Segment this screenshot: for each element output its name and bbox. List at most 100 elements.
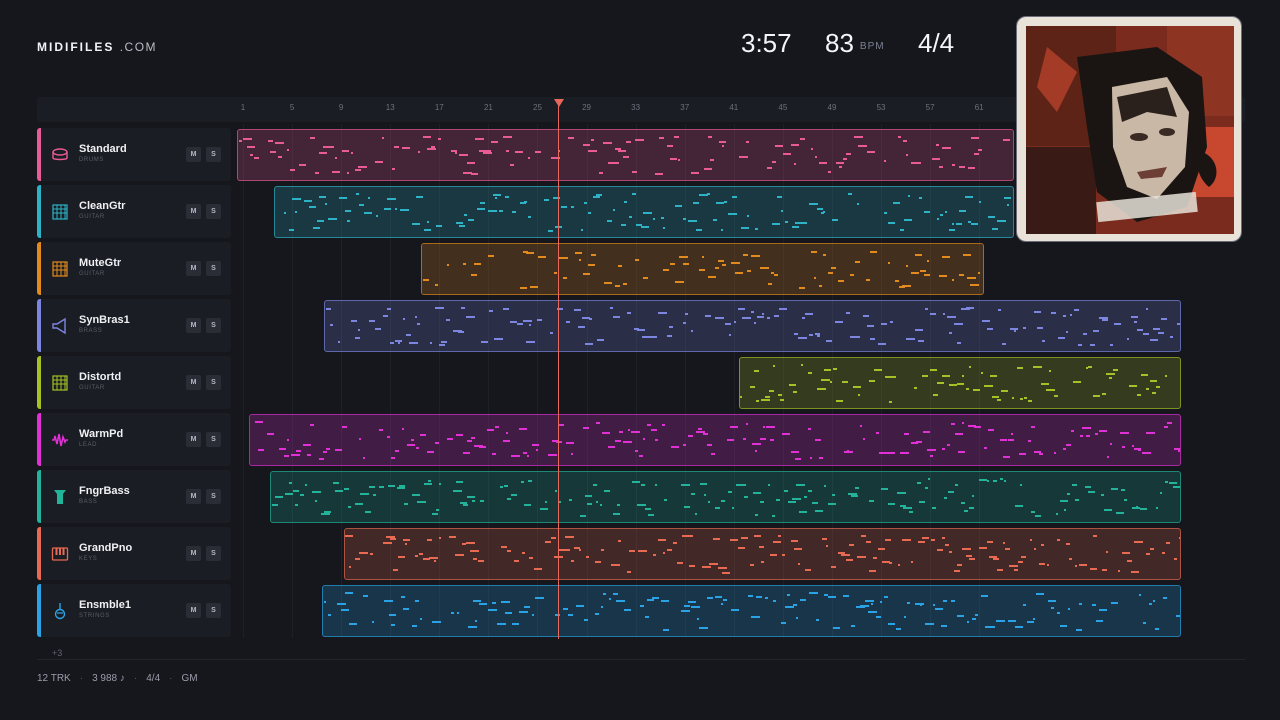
midi-note [290,454,300,456]
midi-note [1066,543,1071,545]
track-header-distortd[interactable]: Distortd GUITAR M S [37,356,231,409]
mute-button[interactable]: M [186,318,201,333]
clip-synbras1[interactable] [324,300,1181,352]
solo-button[interactable]: S [206,546,221,561]
midi-note [394,450,399,452]
track-header-standard[interactable]: Standard DRUMS M S [37,128,231,181]
clip-cleangtr[interactable] [274,186,1014,238]
solo-button[interactable]: S [206,375,221,390]
midi-note [620,224,626,226]
midi-note [1105,551,1108,553]
midi-note [574,252,582,254]
track-header-synbras1[interactable]: SynBras1 BRASS M S [37,299,231,352]
midi-note [655,439,659,441]
midi-note [978,149,983,151]
track-color-bar [37,356,41,409]
midi-note [1142,452,1152,454]
midi-note [998,309,1001,311]
track-header-grandpno[interactable]: GrandPno KEYS M S [37,527,231,580]
mute-button[interactable]: M [186,432,201,447]
midi-note [790,451,799,453]
mute-button[interactable]: M [186,375,201,390]
midi-note [966,277,976,279]
midi-note [1001,390,1009,392]
midi-note [459,225,466,227]
playhead[interactable] [558,106,559,639]
midi-note [472,600,481,602]
midi-note [527,157,530,159]
mute-button[interactable]: M [186,261,201,276]
midi-note [292,490,299,492]
midi-note [462,452,470,454]
mute-button[interactable]: M [186,546,201,561]
midi-note [802,317,806,319]
midi-note [864,600,874,602]
midi-note [964,196,973,198]
mute-button[interactable]: M [186,603,201,618]
solo-button[interactable]: S [206,318,221,333]
midi-note [1038,563,1045,565]
midi-note [588,212,592,214]
midi-note [372,494,376,496]
midi-note [612,513,620,515]
midi-note [432,621,442,623]
midi-note [324,601,327,603]
clip-warmpd[interactable] [249,414,1181,466]
track-name: Standard [79,143,127,155]
solo-button[interactable]: S [206,147,221,162]
mute-button[interactable]: M [186,204,201,219]
mute-button[interactable]: M [186,489,201,504]
track-header-cleangtr[interactable]: CleanGtr GUITAR M S [37,185,231,238]
solo-button[interactable]: S [206,603,221,618]
solo-button[interactable]: S [206,489,221,504]
midi-note [965,388,969,390]
midi-note [908,511,913,513]
midi-note [731,262,741,264]
midi-note [623,283,627,285]
midi-note [383,208,391,210]
playhead-marker-icon[interactable] [554,99,564,107]
midi-note [841,554,851,556]
midi-note [616,504,620,506]
midi-note [1039,453,1044,455]
track-header-ensmble1[interactable]: Ensmble1 STRINGS M S [37,584,231,637]
midi-note [710,453,715,455]
track-color-bar [37,299,41,352]
midi-note [816,388,826,390]
solo-button[interactable]: S [206,432,221,447]
midi-note [554,272,557,274]
midi-note [456,612,459,614]
solo-button[interactable]: S [206,204,221,219]
midi-note [986,328,993,330]
midi-note [619,431,624,433]
more-tracks-indicator[interactable]: +3 [52,648,62,658]
clip-mutegtr[interactable] [421,243,984,295]
solo-button[interactable]: S [206,261,221,276]
track-header-fngrbass[interactable]: FngrBass BASS M S [37,470,231,523]
clip-standard[interactable] [237,129,1014,181]
midi-note [558,257,568,259]
status-bar: 12 TRK · 3 988 ♪ · 4/4 · GM [37,673,198,684]
midi-note [955,484,959,486]
track-header-mutegtr[interactable]: MuteGtr GUITAR M S [37,242,231,295]
midi-note [993,558,1000,560]
ruler-tick: 13 [385,103,395,112]
track-header-warmpd[interactable]: WarmPd LEAD M S [37,413,231,466]
midi-note [940,625,947,627]
midi-note [652,597,660,599]
midi-note [419,434,426,436]
clip-ensmble1[interactable] [322,585,1181,637]
midi-note [714,317,724,319]
midi-note [888,503,896,505]
midi-note [730,539,739,541]
clip-distortd[interactable] [739,357,1181,409]
mute-button[interactable]: M [186,147,201,162]
clip-fngrbass[interactable] [270,471,1181,523]
midi-note [383,600,393,602]
midi-note [832,219,839,221]
midi-note [704,494,707,496]
clip-grandpno[interactable] [344,528,1181,580]
midi-note [674,281,684,283]
midi-note [999,478,1003,480]
midi-note [503,440,511,442]
